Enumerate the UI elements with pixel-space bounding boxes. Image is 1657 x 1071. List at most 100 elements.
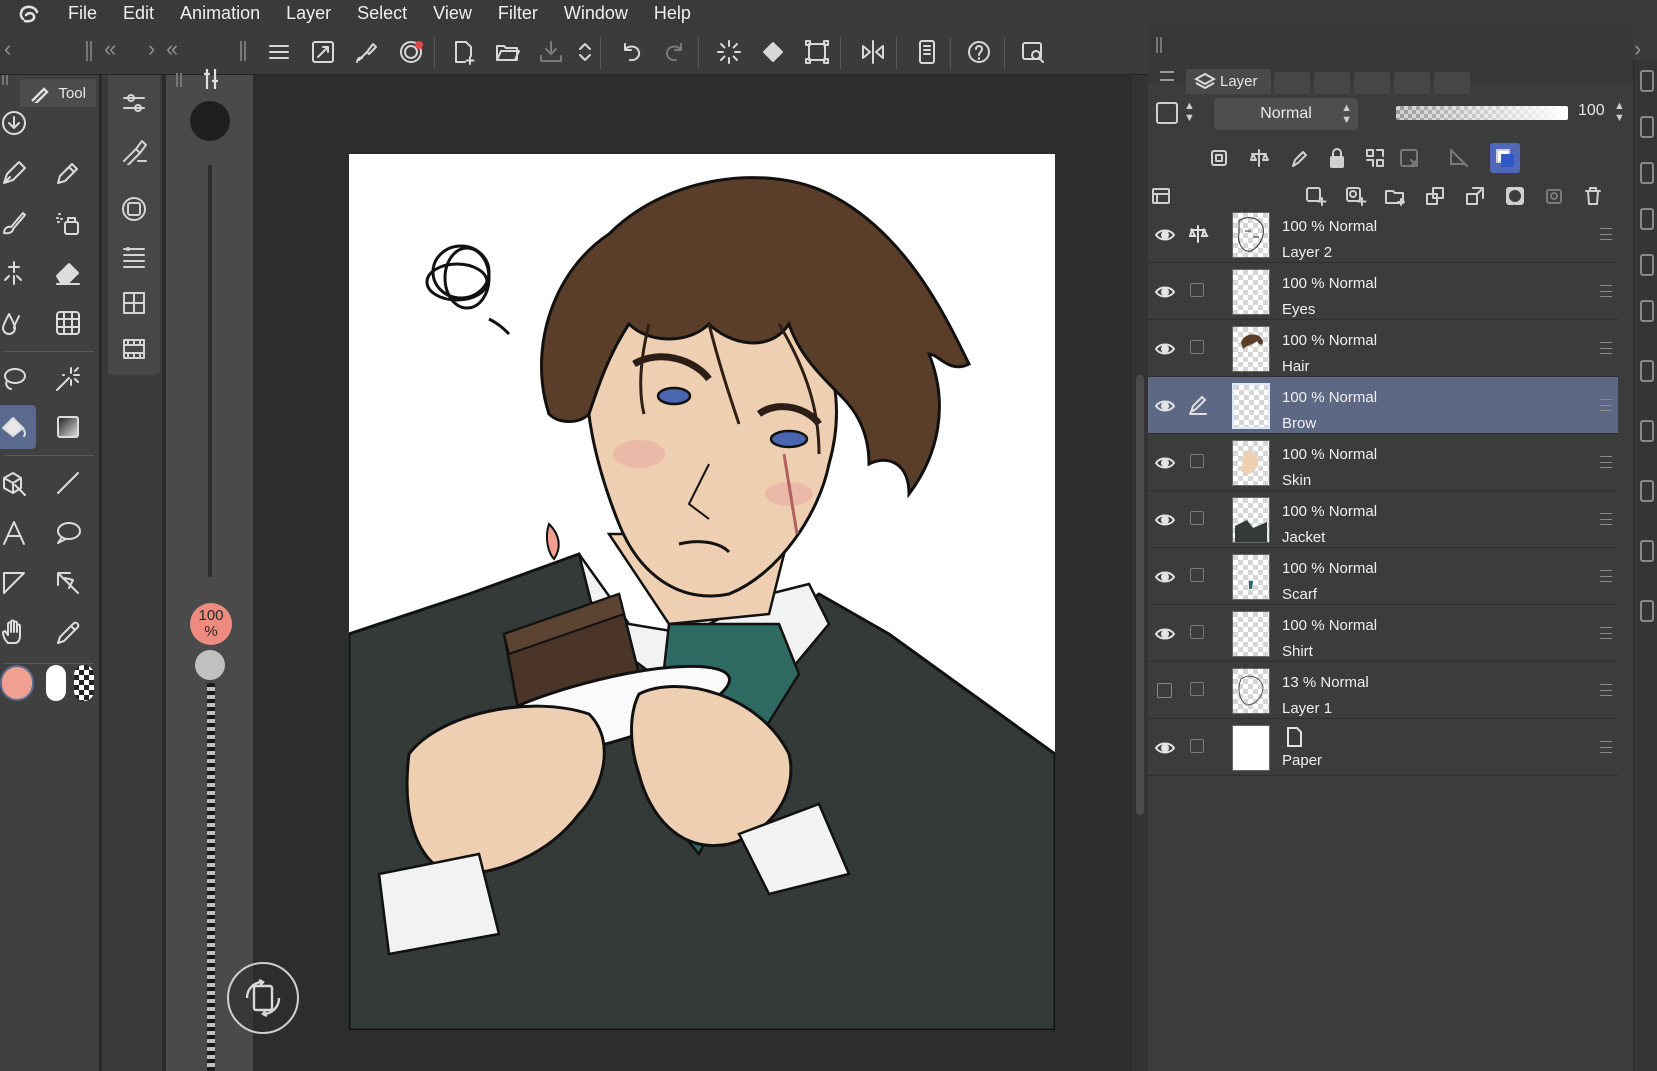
panel-grip-icon[interactable] (1156, 37, 1162, 53)
collapse-left-icon[interactable]: ‹ (4, 37, 11, 61)
material-icon[interactable] (116, 285, 152, 321)
fit-to-screen-icon[interactable] (306, 35, 340, 69)
dock-panel-icon[interactable] (1640, 480, 1654, 502)
balloon-tool-icon[interactable] (46, 511, 90, 555)
layer-row[interactable]: 100 % Normal Layer 2 (1148, 206, 1618, 263)
line-tool-icon[interactable] (46, 461, 90, 505)
draft-layer-icon[interactable] (1284, 143, 1314, 173)
layer-checkbox[interactable] (1190, 682, 1204, 696)
quick-access-icon[interactable] (1016, 35, 1050, 69)
brush-tool-icon[interactable] (0, 201, 36, 245)
canvas-area[interactable] (256, 75, 1132, 1071)
drag-handle-icon[interactable] (1600, 456, 1612, 468)
canvas-scrollbar[interactable] (1132, 75, 1148, 1071)
save-icon[interactable] (534, 35, 568, 69)
rotate-canvas-icon[interactable] (227, 962, 299, 1034)
transparent-color-swatch[interactable] (74, 665, 94, 701)
new-file-icon[interactable] (446, 35, 480, 69)
lasso-select-icon[interactable] (0, 357, 36, 401)
eye-icon[interactable] (1154, 338, 1176, 360)
lock-icon[interactable] (1322, 143, 1352, 173)
eye-icon[interactable] (1154, 737, 1176, 759)
dock-panel-icon[interactable] (1640, 360, 1654, 382)
menu-view[interactable]: View (420, 0, 485, 27)
menu-edit[interactable]: Edit (110, 0, 167, 27)
drag-handle-icon[interactable] (1600, 513, 1612, 525)
panel-grip-icon[interactable] (116, 65, 136, 85)
eye-icon[interactable] (1154, 281, 1176, 303)
eyedropper-tool-icon[interactable] (46, 611, 90, 655)
text-tool-icon[interactable] (0, 511, 36, 555)
drag-handle-icon[interactable] (1600, 570, 1612, 582)
eye-icon[interactable] (1154, 452, 1176, 474)
help-icon[interactable] (962, 35, 996, 69)
airbrush-tool-icon[interactable] (46, 201, 90, 245)
dock-panel-icon[interactable] (1640, 208, 1654, 230)
layer-checkbox[interactable] (1190, 739, 1204, 753)
object-select-icon[interactable] (0, 461, 36, 505)
eye-icon[interactable] (1154, 509, 1176, 531)
sub-view-tab[interactable] (1394, 72, 1430, 94)
dock-panel-icon[interactable] (1640, 162, 1654, 184)
redo-icon[interactable] (658, 35, 692, 69)
auto-select-icon[interactable] (46, 357, 90, 401)
menu-file[interactable]: File (60, 0, 110, 27)
panel-grip-icon[interactable] (240, 41, 246, 61)
drag-handle-icon[interactable] (1600, 285, 1612, 297)
dock-panel-icon[interactable] (1640, 116, 1654, 138)
flip-horizontal-icon[interactable] (856, 35, 890, 69)
opacity-slider[interactable] (207, 683, 215, 1071)
hand-tool-icon[interactable] (0, 611, 36, 655)
gradient-tool-icon[interactable] (46, 405, 90, 449)
frame-border-icon[interactable] (0, 561, 36, 605)
drag-handle-icon[interactable] (1600, 684, 1612, 696)
undo-icon[interactable] (614, 35, 648, 69)
brush-size-slider[interactable] (208, 165, 212, 577)
layer-row-paper[interactable]: Paper (1148, 719, 1618, 776)
dock-panel-icon[interactable] (1640, 420, 1654, 442)
dock-panel-icon[interactable] (1640, 540, 1654, 562)
mask-disabled-icon[interactable] (1394, 143, 1424, 173)
layer-row[interactable]: 13 % Normal Layer 1 (1148, 662, 1618, 719)
menu-filter[interactable]: Filter (485, 0, 551, 27)
dock-panel-icon[interactable] (1640, 254, 1654, 276)
menu-layer[interactable]: Layer (273, 0, 344, 27)
eye-icon[interactable] (1154, 224, 1176, 246)
layer-checkbox[interactable] (1190, 511, 1204, 525)
lock-transparent-icon[interactable] (1360, 143, 1390, 173)
visibility-checkbox[interactable] (1157, 683, 1172, 698)
auto-action-tab[interactable] (1354, 72, 1390, 94)
brush-size-tab-icon[interactable] (202, 67, 220, 96)
drag-handle-icon[interactable] (1600, 627, 1612, 639)
menu-animation[interactable]: Animation (167, 0, 273, 27)
chevron-right-icon[interactable]: › (1634, 37, 1641, 61)
reference-layer-icon[interactable] (1186, 222, 1210, 246)
drag-handle-icon[interactable] (1600, 399, 1612, 411)
brush-settings-icon[interactable] (116, 133, 152, 169)
layer-color-icon[interactable] (1156, 102, 1178, 124)
panel-menu-icon[interactable] (1160, 71, 1174, 81)
dock-panel-icon[interactable] (1640, 300, 1654, 322)
layer-checkbox[interactable] (1190, 454, 1204, 468)
pencil-tool-icon[interactable] (46, 151, 90, 195)
layer-color-toggle-icon[interactable] (1490, 143, 1520, 173)
menu-icon[interactable] (262, 35, 296, 69)
blend-mode-select[interactable]: Normal ▲ ▼ (1214, 98, 1358, 130)
opacity-slider-knob[interactable] (195, 650, 225, 680)
layer-row[interactable]: 100 % Normal Skin (1148, 434, 1618, 491)
layer-row[interactable]: 100 % Normal Jacket (1148, 491, 1618, 548)
layer-opacity-value[interactable]: 100 (1578, 102, 1605, 120)
pen-tool-icon[interactable] (0, 151, 36, 195)
layer-property-icon[interactable] (116, 239, 152, 275)
layer-tab[interactable]: Layer (1186, 69, 1271, 94)
eye-icon[interactable] (1154, 623, 1176, 645)
eye-icon[interactable] (1154, 395, 1176, 417)
layer-property-tab[interactable] (1274, 72, 1310, 94)
transform-icon[interactable] (800, 35, 834, 69)
download-icon[interactable] (0, 101, 36, 145)
drag-handle-icon[interactable] (1600, 741, 1612, 753)
clip-to-layer-below-icon[interactable] (1204, 143, 1234, 173)
edit-brush-icon[interactable] (350, 35, 384, 69)
clip-studio-logo-icon[interactable] (0, 0, 60, 27)
ruler-tool-icon[interactable] (46, 561, 90, 605)
